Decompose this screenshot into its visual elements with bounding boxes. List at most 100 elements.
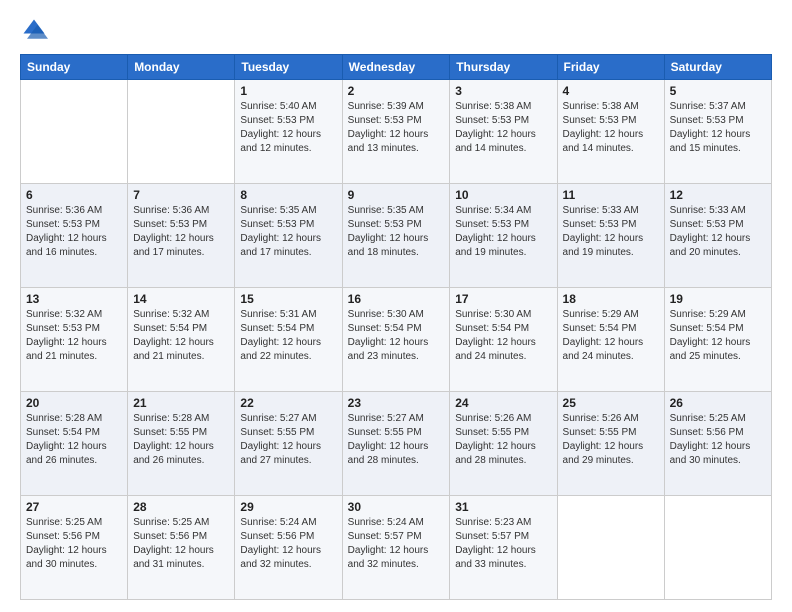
day-number: 19 (670, 292, 766, 306)
day-number: 5 (670, 84, 766, 98)
day-info: Sunrise: 5:27 AM Sunset: 5:55 PM Dayligh… (240, 412, 336, 468)
day-cell: 10Sunrise: 5:34 AM Sunset: 5:53 PM Dayli… (450, 184, 557, 288)
day-number: 10 (455, 188, 551, 202)
day-info: Sunrise: 5:28 AM Sunset: 5:55 PM Dayligh… (133, 412, 229, 468)
day-info: Sunrise: 5:29 AM Sunset: 5:54 PM Dayligh… (670, 308, 766, 364)
day-number: 18 (563, 292, 659, 306)
day-info: Sunrise: 5:25 AM Sunset: 5:56 PM Dayligh… (133, 516, 229, 572)
logo (20, 16, 52, 44)
day-info: Sunrise: 5:25 AM Sunset: 5:56 PM Dayligh… (670, 412, 766, 468)
day-cell: 30 Sunrise: 5:24 AM Sunset: 5:57 PM Dayli… (342, 496, 450, 600)
header-row: Sunday Monday Tuesday Wednesday Thursday… (21, 55, 772, 80)
day-number: 15 (240, 292, 336, 306)
col-saturday: Saturday (664, 55, 771, 80)
day-number: 3 (455, 84, 551, 98)
day-number: 31 (455, 500, 551, 514)
day-number: 6 (26, 188, 122, 202)
day-info: Sunrise: 5:39 AM Sunset: 5:53 PM Dayligh… (348, 100, 445, 156)
day-info: Sunrise: 5:32 AM Sunset: 5:54 PM Dayligh… (133, 308, 229, 364)
day-number: 28 (133, 500, 229, 514)
day-info: Sunrise: 5:37 AM Sunset: 5:53 PM Dayligh… (670, 100, 766, 156)
day-cell: 5 Sunrise: 5:37 AM Sunset: 5:53 PM Daylig… (664, 80, 771, 184)
day-cell: 23 Sunrise: 5:27 AM Sunset: 5:55 PM Dayli… (342, 392, 450, 496)
day-number: 13 (26, 292, 122, 306)
day-cell: 15 Sunrise: 5:31 AM Sunset: 5:54 PM Dayli… (235, 288, 342, 392)
day-number: 1 (240, 84, 336, 98)
day-cell: 9 Sunrise: 5:35 AM Sunset: 5:53 PM Daylig… (342, 184, 450, 288)
day-number: 26 (670, 396, 766, 410)
week-row-1: 6 Sunrise: 5:36 AM Sunset: 5:53 PM Daylig… (21, 184, 772, 288)
day-info: Sunrise: 5:35 AM Sunset: 5:53 PM Dayligh… (348, 204, 445, 260)
page: Sunday Monday Tuesday Wednesday Thursday… (0, 0, 792, 612)
day-info: Sunrise: 5:36 AM Sunset: 5:53 PM Dayligh… (26, 204, 122, 260)
day-info: Sunrise: 5:26 AM Sunset: 5:55 PM Dayligh… (455, 412, 551, 468)
day-number: 30 (348, 500, 445, 514)
day-cell: 26 Sunrise: 5:25 AM Sunset: 5:56 PM Dayli… (664, 392, 771, 496)
day-info: Sunrise: 5:27 AM Sunset: 5:55 PM Dayligh… (348, 412, 445, 468)
day-cell: 12Sunrise: 5:33 AM Sunset: 5:53 PM Dayli… (664, 184, 771, 288)
week-row-0: 1Sunrise: 5:40 AM Sunset: 5:53 PM Daylig… (21, 80, 772, 184)
col-sunday: Sunday (21, 55, 128, 80)
day-number: 7 (133, 188, 229, 202)
day-cell: 4 Sunrise: 5:38 AM Sunset: 5:53 PM Daylig… (557, 80, 664, 184)
day-number: 16 (348, 292, 445, 306)
day-info: Sunrise: 5:38 AM Sunset: 5:53 PM Dayligh… (455, 100, 551, 156)
header (20, 16, 772, 44)
day-info: Sunrise: 5:28 AM Sunset: 5:54 PM Dayligh… (26, 412, 122, 468)
day-number: 12 (670, 188, 766, 202)
day-info: Sunrise: 5:30 AM Sunset: 5:54 PM Dayligh… (455, 308, 551, 364)
day-info: Sunrise: 5:23 AM Sunset: 5:57 PM Dayligh… (455, 516, 551, 572)
col-friday: Friday (557, 55, 664, 80)
day-info: Sunrise: 5:24 AM Sunset: 5:56 PM Dayligh… (240, 516, 336, 572)
col-wednesday: Wednesday (342, 55, 450, 80)
day-info: Sunrise: 5:33 AM Sunset: 5:53 PM Dayligh… (563, 204, 659, 260)
day-cell: 7 Sunrise: 5:36 AM Sunset: 5:53 PM Daylig… (128, 184, 235, 288)
calendar-body: 1Sunrise: 5:40 AM Sunset: 5:53 PM Daylig… (21, 80, 772, 600)
day-cell: 21 Sunrise: 5:28 AM Sunset: 5:55 PM Dayli… (128, 392, 235, 496)
week-row-2: 13 Sunrise: 5:32 AM Sunset: 5:53 PM Dayli… (21, 288, 772, 392)
day-cell: 2 Sunrise: 5:39 AM Sunset: 5:53 PM Daylig… (342, 80, 450, 184)
day-info: Sunrise: 5:29 AM Sunset: 5:54 PM Dayligh… (563, 308, 659, 364)
day-cell: 20 Sunrise: 5:28 AM Sunset: 5:54 PM Dayli… (21, 392, 128, 496)
day-cell: 6 Sunrise: 5:36 AM Sunset: 5:53 PM Daylig… (21, 184, 128, 288)
day-number: 29 (240, 500, 336, 514)
day-cell: 25 Sunrise: 5:26 AM Sunset: 5:55 PM Dayli… (557, 392, 664, 496)
day-cell: 19 Sunrise: 5:29 AM Sunset: 5:54 PM Dayli… (664, 288, 771, 392)
day-info: Sunrise: 5:31 AM Sunset: 5:54 PM Dayligh… (240, 308, 336, 364)
day-number: 21 (133, 396, 229, 410)
day-info: Sunrise: 5:32 AM Sunset: 5:53 PM Dayligh… (26, 308, 122, 364)
day-number: 4 (563, 84, 659, 98)
day-number: 17 (455, 292, 551, 306)
day-info: Sunrise: 5:35 AM Sunset: 5:53 PM Dayligh… (240, 204, 336, 260)
day-number: 25 (563, 396, 659, 410)
col-tuesday: Tuesday (235, 55, 342, 80)
day-cell: 16Sunrise: 5:30 AM Sunset: 5:54 PM Dayli… (342, 288, 450, 392)
day-info: Sunrise: 5:38 AM Sunset: 5:53 PM Dayligh… (563, 100, 659, 156)
day-info: Sunrise: 5:24 AM Sunset: 5:57 PM Dayligh… (348, 516, 445, 572)
day-number: 22 (240, 396, 336, 410)
logo-icon (20, 16, 48, 44)
day-number: 23 (348, 396, 445, 410)
day-cell: 31 Sunrise: 5:23 AM Sunset: 5:57 PM Dayli… (450, 496, 557, 600)
day-cell: 1Sunrise: 5:40 AM Sunset: 5:53 PM Daylig… (235, 80, 342, 184)
day-cell (21, 80, 128, 184)
day-number: 14 (133, 292, 229, 306)
day-info: Sunrise: 5:36 AM Sunset: 5:53 PM Dayligh… (133, 204, 229, 260)
day-number: 2 (348, 84, 445, 98)
day-cell: 11 Sunrise: 5:33 AM Sunset: 5:53 PM Dayli… (557, 184, 664, 288)
day-cell: 24Sunrise: 5:26 AM Sunset: 5:55 PM Dayli… (450, 392, 557, 496)
day-info: Sunrise: 5:26 AM Sunset: 5:55 PM Dayligh… (563, 412, 659, 468)
day-number: 9 (348, 188, 445, 202)
day-cell (664, 496, 771, 600)
day-info: Sunrise: 5:25 AM Sunset: 5:56 PM Dayligh… (26, 516, 122, 572)
day-cell: 28 Sunrise: 5:25 AM Sunset: 5:56 PM Dayli… (128, 496, 235, 600)
day-number: 20 (26, 396, 122, 410)
day-cell (128, 80, 235, 184)
day-cell (557, 496, 664, 600)
calendar-header: Sunday Monday Tuesday Wednesday Thursday… (21, 55, 772, 80)
day-cell: 29 Sunrise: 5:24 AM Sunset: 5:56 PM Dayli… (235, 496, 342, 600)
day-number: 11 (563, 188, 659, 202)
day-cell: 27Sunrise: 5:25 AM Sunset: 5:56 PM Dayli… (21, 496, 128, 600)
col-thursday: Thursday (450, 55, 557, 80)
week-row-3: 20 Sunrise: 5:28 AM Sunset: 5:54 PM Dayli… (21, 392, 772, 496)
